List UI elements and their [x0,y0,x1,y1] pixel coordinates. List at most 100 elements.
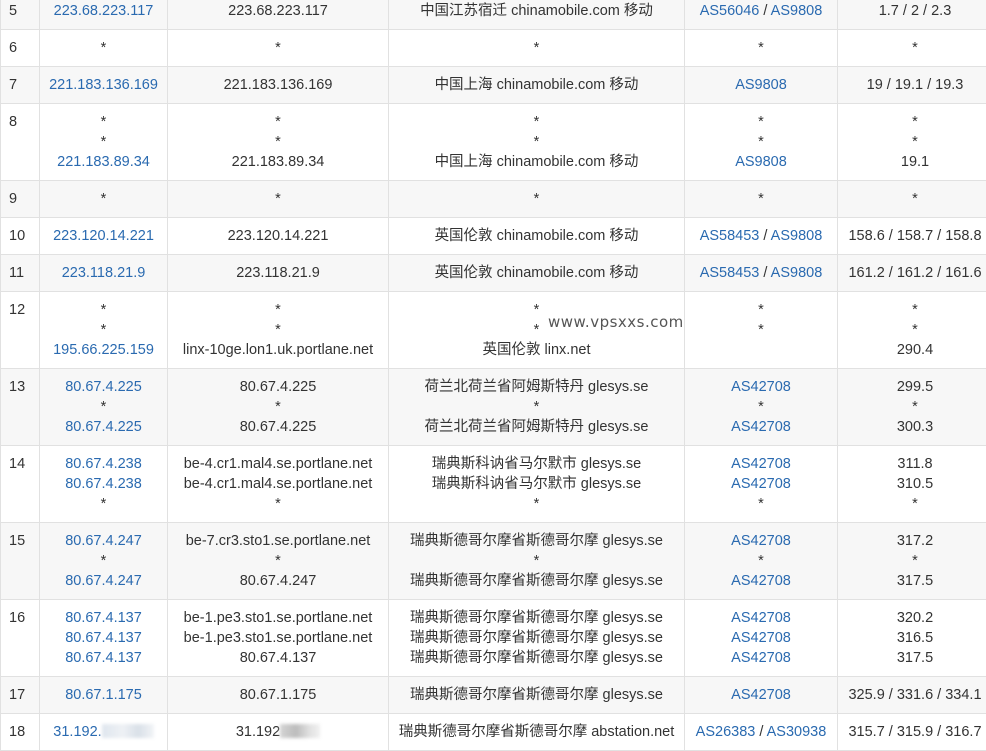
asn-line: * [685,132,837,152]
ip-line: * [40,551,167,571]
asn-line: AS42708 [685,377,837,397]
asn-link[interactable]: AS42708 [731,610,791,626]
ip-text: * [101,134,107,150]
ip-link[interactable]: 80.67.4.238 [65,456,142,472]
ip-link[interactable]: 221.183.89.34 [57,154,150,170]
ip-link[interactable]: 80.67.4.247 [65,573,142,589]
asn-line: * [685,189,837,209]
hostname-text: be-4.cr1.mal4.se.portlane.net [168,474,388,494]
hop-number: 9 [9,189,39,209]
ip-text: * [101,553,107,569]
ip-cell: * [40,181,168,218]
ip-text: * [101,191,107,207]
asn-cell: AS56046 / AS9808 [685,0,838,30]
asn-cell: AS9808 [685,67,838,104]
ip-link[interactable]: 80.67.4.137 [65,650,142,666]
latency-text: 19 / 19.1 / 19.3 [838,75,986,95]
ip-link[interactable]: 223.120.14.221 [53,228,154,244]
asn-link[interactable]: AS9808 [771,228,823,244]
location-text: 瑞典斯科讷省马尔默市 glesys.se [389,474,684,494]
asn-line: AS9808 [685,75,837,95]
hostname-text: be-1.pe3.sto1.se.portlane.net [168,628,388,648]
latency-text: 290.4 [838,340,986,360]
ip-line: 221.183.89.34 [40,152,167,172]
hostname-text: 80.67.1.175 [168,685,388,705]
latency-text: * [838,320,986,340]
hostname-text: 31.192 [168,722,388,742]
hop-number-cell: 5 [1,0,40,30]
location-text: 瑞典斯德哥尔摩省斯德哥尔摩 glesys.se [389,531,684,551]
hostname-text: * [168,132,388,152]
ip-link[interactable]: 223.118.21.9 [62,265,146,281]
asn-link[interactable]: AS42708 [731,533,791,549]
asn-line [685,340,837,360]
location-cell: * [389,181,685,218]
ip-link[interactable]: 223.68.223.117 [54,3,154,19]
hostname-text: 223.68.223.117 [168,1,388,21]
ip-link[interactable]: 80.67.4.137 [65,630,142,646]
ip-line: * [40,38,167,58]
asn-link[interactable]: AS42708 [731,687,791,703]
ip-line: * [40,320,167,340]
asn-link[interactable]: AS9808 [771,265,823,281]
ip-line: 80.67.1.175 [40,685,167,705]
asn-line: AS56046 / AS9808 [685,1,837,21]
asn-link[interactable]: AS56046 [700,3,760,19]
asn-link[interactable]: AS58453 [700,228,760,244]
ip-link[interactable]: 80.67.4.238 [65,476,142,492]
location-text: 瑞典斯德哥尔摩省斯德哥尔摩 abstation.net [389,722,684,742]
asn-cell: AS58453 / AS9808 [685,218,838,255]
ip-line: 80.67.4.137 [40,608,167,628]
latency-text: 310.5 [838,474,986,494]
asn-link[interactable]: AS42708 [731,379,791,395]
asn-link[interactable]: AS9808 [771,3,823,19]
asn-link[interactable]: AS42708 [731,456,791,472]
ip-link[interactable]: 31.192. [53,724,101,740]
ip-link[interactable]: 195.66.225.159 [53,342,154,358]
hop-row: 6***** [1,30,986,67]
asn-link[interactable]: AS26383 [696,724,756,740]
asn-link[interactable]: AS58453 [700,265,760,281]
hostname-text: * [168,189,388,209]
hop-number-cell: 6 [1,30,40,67]
ip-cell: 80.67.4.137 80.67.4.137 80.67.4.137 [40,600,168,677]
hostname-cell: 31.192 [168,714,389,751]
asn-link[interactable]: AS42708 [731,419,791,435]
hop-number-cell: 8 [1,104,40,181]
latency-text: * [838,494,986,514]
hop-row: 7221.183.136.169221.183.136.169中国上海 chin… [1,67,986,104]
hop-number: 7 [9,75,39,95]
ip-link[interactable]: 80.67.4.137 [65,610,142,626]
hop-number-cell: 13 [1,369,40,446]
asn-link[interactable]: AS42708 [731,650,791,666]
asn-line: AS42708 [685,608,837,628]
ip-line: 195.66.225.159 [40,340,167,360]
asn-link[interactable]: AS42708 [731,630,791,646]
hostname-text: * [168,494,388,514]
latency-text: 317.5 [838,648,986,668]
asn-line: AS58453 / AS9808 [685,226,837,246]
ip-link[interactable]: 80.67.1.175 [65,687,142,703]
watermark-text: www.vpsxxs.com [548,313,684,331]
ip-link[interactable]: 80.67.4.225 [65,419,142,435]
ip-link[interactable]: 221.183.136.169 [49,77,158,93]
hop-number: 10 [9,226,39,246]
asn-cell: AS42708*AS42708 [685,523,838,600]
asn-link[interactable]: AS42708 [731,476,791,492]
asn-link[interactable]: AS42708 [731,573,791,589]
ip-link[interactable]: 80.67.4.247 [65,533,142,549]
hostname-cell: be-7.cr3.sto1.se.portlane.net*80.67.4.24… [168,523,389,600]
asn-separator: / [759,228,770,244]
hop-number-cell: 16 [1,600,40,677]
latency-text: 317.2 [838,531,986,551]
hostname-cell: 223.118.21.9 [168,255,389,292]
asn-link[interactable]: AS9808 [735,77,787,93]
location-cell: 英国伦敦 chinamobile.com 移动 [389,218,685,255]
latency-text: * [838,397,986,417]
redaction-blur [102,724,154,738]
asn-link[interactable]: AS9808 [735,154,787,170]
asn-cell: AS26383 / AS30938 [685,714,838,751]
ip-link[interactable]: 80.67.4.225 [65,379,142,395]
asn-link[interactable]: AS30938 [767,724,827,740]
ip-text: * [101,302,107,318]
